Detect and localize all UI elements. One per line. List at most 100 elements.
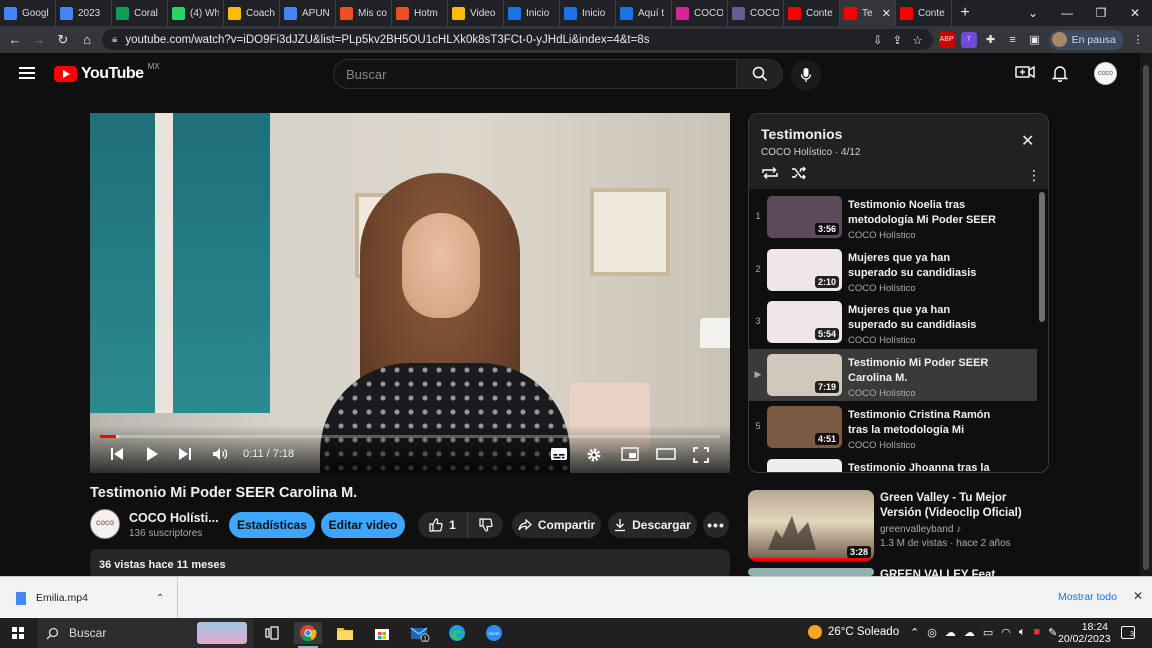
- browser-tab[interactable]: Coach: [224, 0, 280, 26]
- edit-video-button[interactable]: Editar video: [321, 512, 405, 538]
- playlist-item-thumbnail[interactable]: [767, 458, 842, 472]
- playlist-item-thumbnail[interactable]: 5:54: [767, 301, 842, 343]
- playlist-item-title[interactable]: Mujeres que ya han superado su candidias…: [848, 303, 998, 333]
- playlist-item[interactable]: 2 2:10 Mujeres que ya han superado su cand…: [749, 244, 1037, 296]
- browser-tab[interactable]: Conte: [896, 0, 952, 26]
- browser-tab[interactable]: Coral: [112, 0, 168, 26]
- page-scrollbar[interactable]: [1140, 53, 1152, 576]
- browser-tab[interactable]: COCO: [672, 0, 728, 26]
- forward-button[interactable]: →: [30, 32, 48, 47]
- playlist-item[interactable]: 1 3:56 Testimonio Noelia tras metodología …: [749, 191, 1037, 243]
- notification-center-icon[interactable]: 3: [1121, 626, 1135, 639]
- search-input[interactable]: [334, 60, 736, 88]
- description-box[interactable]: 36 vistas hace 11 meses: [90, 549, 730, 579]
- pen-icon[interactable]: ✎: [1048, 626, 1057, 639]
- previous-button[interactable]: [110, 447, 124, 461]
- back-button[interactable]: ←: [6, 32, 24, 47]
- browser-tab[interactable]: Video: [448, 0, 504, 26]
- miniplayer-button[interactable]: [621, 447, 639, 461]
- playlist-shuffle-button[interactable]: [791, 166, 807, 185]
- voice-search-button[interactable]: [791, 60, 821, 90]
- taskbar-search-box[interactable]: Buscar: [38, 618, 253, 648]
- play-button[interactable]: [146, 447, 159, 461]
- browser-tab[interactable]: Aquí t: [616, 0, 672, 26]
- subtitles-button[interactable]: [550, 447, 568, 461]
- fullscreen-button[interactable]: [693, 447, 709, 463]
- playlist-item-title[interactable]: Testimonio Cristina Ramón tras la metodo…: [848, 408, 998, 438]
- like-button[interactable]: 1: [418, 512, 467, 538]
- create-video-button[interactable]: [1015, 64, 1035, 85]
- recommendation-title[interactable]: Green Valley - Tu Mejor Versión (Videocl…: [880, 491, 1045, 521]
- reading-list-icon[interactable]: ≡: [1005, 32, 1021, 48]
- onedrive-icon[interactable]: ☁: [945, 626, 956, 639]
- taskbar-chrome-button[interactable]: [294, 622, 322, 648]
- show-all-downloads-link[interactable]: Mostrar todo: [1058, 591, 1117, 603]
- chevron-up-icon[interactable]: ⌃: [156, 593, 164, 604]
- dislike-button[interactable]: [467, 512, 503, 538]
- taskbar-explorer-button[interactable]: [331, 622, 359, 644]
- playlist-item[interactable]: ▶ 7:19 Testimonio Mi Poder SEER Carolina M…: [749, 348, 1037, 401]
- browser-tab[interactable]: APUN: [280, 0, 336, 26]
- reload-button[interactable]: ↻: [54, 32, 72, 48]
- new-tab-button[interactable]: +: [952, 4, 978, 22]
- notifications-button[interactable]: [1051, 64, 1069, 87]
- recommendation-thumbnail[interactable]: 3:28: [748, 490, 874, 561]
- taskbar-clock[interactable]: 18:24 20/02/2023: [1058, 621, 1111, 645]
- extensions-puzzle-icon[interactable]: ✚: [983, 32, 999, 48]
- extension-abp-icon[interactable]: ABP: [938, 31, 955, 48]
- speaker-icon[interactable]: 🔈︎: [1019, 626, 1026, 639]
- taskbar-mail-button[interactable]: 1: [406, 622, 434, 644]
- recommendation-thumbnail[interactable]: [748, 568, 874, 576]
- browser-menu-icon[interactable]: ⋮: [1130, 32, 1146, 48]
- onedrive-alt-icon[interactable]: ☁: [964, 626, 975, 639]
- wifi-icon[interactable]: ◠: [1001, 626, 1011, 639]
- search-button[interactable]: [736, 60, 782, 88]
- playlist-item-thumbnail[interactable]: 7:19: [767, 353, 842, 396]
- playlist-item-thumbnail[interactable]: 2:10: [767, 248, 842, 291]
- playlist-loop-button[interactable]: [761, 166, 779, 185]
- more-actions-button[interactable]: •••: [703, 512, 729, 538]
- weather-widget[interactable]: 26°C Soleado: [808, 625, 899, 639]
- page-scrollbar-thumb[interactable]: [1143, 65, 1149, 570]
- close-tab-icon[interactable]: ✕: [882, 7, 891, 20]
- browser-tab[interactable]: Te ✕: [840, 0, 896, 26]
- share-page-icon[interactable]: ⇪: [893, 33, 903, 47]
- recommendation-channel[interactable]: greenvalleyband ♪: [880, 524, 961, 535]
- channel-avatar[interactable]: COCO: [90, 509, 120, 539]
- download-item[interactable]: Emilia.mp4 ⌃: [0, 577, 178, 619]
- tab-search-icon[interactable]: ⌄: [1016, 6, 1050, 20]
- windows-start-icon[interactable]: [12, 627, 24, 639]
- browser-tab[interactable]: Inicio: [504, 0, 560, 26]
- download-button[interactable]: Descargar: [608, 512, 697, 538]
- browser-tab[interactable]: Mis co: [336, 0, 392, 26]
- close-window-button[interactable]: ✕: [1118, 6, 1152, 20]
- playlist-more-icon[interactable]: ⋮: [1027, 167, 1041, 184]
- browser-tab[interactable]: Conte: [784, 0, 840, 26]
- tray-overflow-icon[interactable]: ⌃: [910, 626, 919, 639]
- profile-paused-button[interactable]: En pausa: [1048, 29, 1124, 50]
- volume-button[interactable]: [212, 447, 229, 461]
- taskbar-edge-button[interactable]: [443, 622, 471, 644]
- extension-badge-icon[interactable]: 7: [960, 31, 977, 48]
- playlist-item-title[interactable]: Mujeres que ya han superado su candidias…: [848, 251, 998, 281]
- progress-bar[interactable]: [100, 435, 720, 438]
- playlist-title[interactable]: Testimonios: [761, 126, 842, 142]
- youtube-logo[interactable]: YouTube MX: [54, 62, 160, 83]
- browser-tab[interactable]: Hotm: [392, 0, 448, 26]
- battery-icon[interactable]: ▭: [983, 626, 993, 639]
- playlist-item-thumbnail[interactable]: 4:51: [767, 406, 842, 448]
- hamburger-menu-icon[interactable]: [19, 67, 35, 79]
- playlist-item-thumbnail[interactable]: 3:56: [767, 196, 842, 238]
- recommendation-item[interactable]: 3:28 Green Valley - Tu Mejor Versión (Vi…: [748, 490, 1049, 562]
- browser-tab[interactable]: Inicio: [560, 0, 616, 26]
- recommendation-title[interactable]: GREEN VALLEY Feat: [880, 568, 1045, 576]
- side-panel-icon[interactable]: ▣: [1027, 32, 1043, 48]
- playlist-item-title[interactable]: Testimonio Jhoanna tras la: [848, 461, 998, 473]
- playlist-close-icon[interactable]: ✕: [1021, 131, 1034, 151]
- security-app-icon[interactable]: ■: [1033, 626, 1040, 639]
- url-field[interactable]: 🔒︎ youtube.com/watch?v=iDO9Fi3dJZU&list=…: [102, 29, 933, 50]
- playlist-scrollbar-thumb[interactable]: [1039, 192, 1045, 322]
- theater-mode-button[interactable]: [656, 447, 676, 461]
- playlist-item-title[interactable]: Testimonio Mi Poder SEER Carolina M.: [848, 356, 998, 386]
- account-avatar[interactable]: COCO: [1094, 62, 1117, 85]
